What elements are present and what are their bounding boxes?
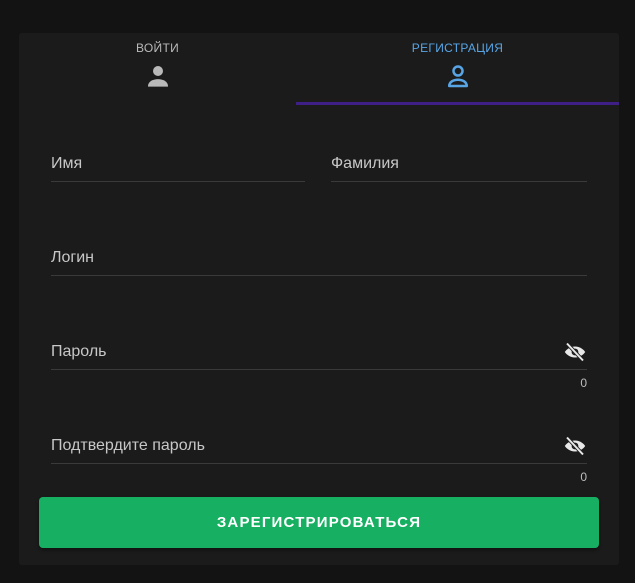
- tab-login-label: ВОЙТИ: [135, 41, 180, 55]
- person-outline-icon: [447, 65, 468, 88]
- login-field[interactable]: Логин: [51, 249, 591, 278]
- register-button[interactable]: ЗАРЕГИСТРИРОВАТЬСЯ: [39, 497, 599, 548]
- password-input[interactable]: [51, 343, 591, 372]
- tab-login[interactable]: ВОЙТИ: [19, 33, 296, 105]
- first-name-field[interactable]: Имя: [51, 155, 309, 184]
- active-tab-indicator: [296, 102, 619, 105]
- last-name-underline: [331, 181, 587, 182]
- last-name-input[interactable]: [331, 155, 591, 184]
- confirm-password-char-counter: 0: [580, 470, 587, 484]
- login-underline: [51, 275, 587, 276]
- login-input[interactable]: [51, 249, 591, 278]
- eye-off-icon[interactable]: [563, 434, 587, 458]
- confirm-password-field[interactable]: Подтвердите пароль: [51, 434, 591, 466]
- confirm-password-input[interactable]: [51, 437, 591, 466]
- last-name-field[interactable]: Фамилия: [331, 155, 591, 184]
- password-underline: [51, 369, 587, 370]
- password-field[interactable]: Пароль: [51, 340, 591, 372]
- tab-register-label: РЕГИСТРАЦИЯ: [411, 41, 504, 55]
- first-name-underline: [51, 181, 305, 182]
- confirm-password-underline: [51, 463, 587, 464]
- tab-register[interactable]: РЕГИСТРАЦИЯ: [296, 33, 619, 105]
- auth-card: ВОЙТИ РЕГИСТРАЦИЯ Имя Фамилия Логин Паро…: [19, 33, 619, 565]
- person-icon: [147, 66, 168, 87]
- password-char-counter: 0: [580, 376, 587, 390]
- first-name-input[interactable]: [51, 155, 309, 184]
- eye-off-icon[interactable]: [563, 340, 587, 364]
